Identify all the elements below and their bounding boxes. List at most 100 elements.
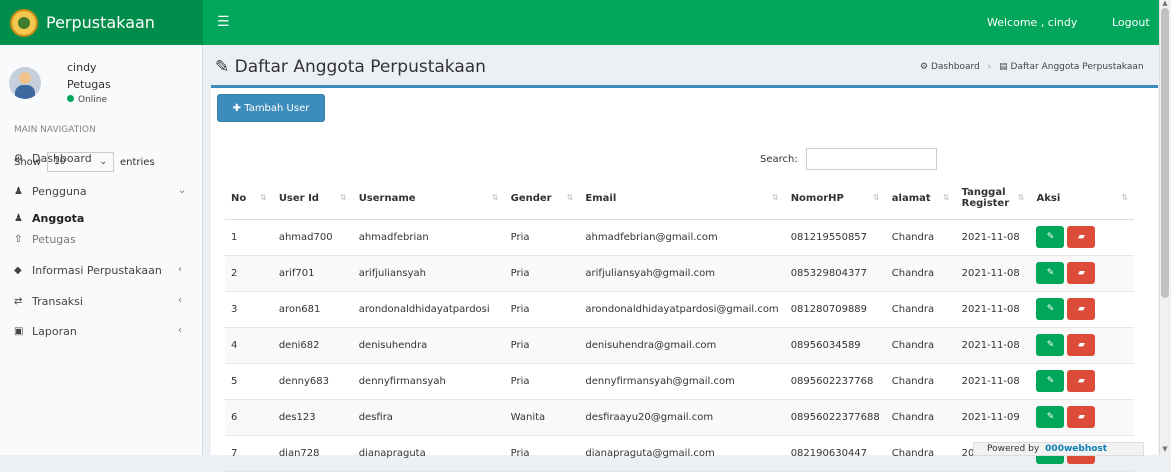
add-user-button[interactable]: ✚ Tambah User bbox=[217, 94, 325, 122]
table-row: 4 deni682 denisuhendra Pria denisuhendra… bbox=[225, 327, 1134, 364]
edit-icon: ✎ bbox=[1046, 412, 1055, 422]
scroll-down-icon[interactable]: ▼ bbox=[1161, 446, 1169, 453]
edit-button[interactable]: ✎ bbox=[1036, 226, 1065, 248]
cell-username: ahmadfebrian bbox=[352, 219, 505, 256]
column-header-gender[interactable]: Gender ⇅ bbox=[504, 178, 580, 220]
chevron-left-icon: ‹ bbox=[178, 325, 182, 336]
cell-gender: Pria bbox=[504, 327, 580, 364]
scroll-up-icon[interactable]: ▲ bbox=[1161, 0, 1169, 7]
app-logo[interactable]: Perpustakaan bbox=[0, 0, 203, 45]
column-header-email[interactable]: Email ⇅ bbox=[579, 178, 785, 220]
sort-icon: ⇅ bbox=[339, 193, 347, 202]
edit-button[interactable]: ✎ bbox=[1036, 262, 1065, 284]
table-row: 1 ahmad700 ahmadfebrian Pria ahmadfebria… bbox=[225, 219, 1134, 256]
edit-icon: ✎ bbox=[1046, 232, 1055, 242]
cell-user-id: des123 bbox=[272, 399, 353, 436]
table-row: 5 denny683 dennyfirmansyah Pria dennyfir… bbox=[225, 363, 1134, 400]
cell-user-id: deni682 bbox=[272, 327, 353, 364]
delete-button[interactable]: ▰ bbox=[1067, 262, 1096, 284]
column-header-nomorhp[interactable]: NomorHP ⇅ bbox=[784, 178, 886, 220]
cell-alamat: Chandra bbox=[885, 219, 956, 256]
sort-icon: ⇅ bbox=[1121, 193, 1128, 202]
cell-username: arondonaldhidayatpardosi bbox=[352, 291, 505, 328]
cell-tanggal-register: 2021-11-08 bbox=[955, 255, 1031, 292]
nav-pengguna[interactable]: ♟ Pengguna bbox=[14, 185, 87, 198]
sort-icon: ⇅ bbox=[771, 193, 779, 202]
column-header-user-id[interactable]: User Id ⇅ bbox=[272, 178, 353, 220]
column-header-no[interactable]: No ⇅ bbox=[225, 178, 273, 220]
entries-control: Show 10 ⌄ entries bbox=[14, 152, 155, 172]
file-icon: ▤ bbox=[999, 62, 1008, 72]
powered-by-badge[interactable]: Powered by 000webhost bbox=[973, 442, 1144, 456]
welcome-user[interactable]: Welcome , cindy bbox=[987, 16, 1077, 29]
trash-icon: ▰ bbox=[1078, 304, 1085, 314]
breadcrumb-current: Daftar Anggota Perpustakaan bbox=[1010, 62, 1144, 72]
cell-tanggal-register: 2021-11-08 bbox=[955, 291, 1031, 328]
edit-button[interactable]: ✎ bbox=[1036, 370, 1065, 392]
nav-anggota[interactable]: ♟ Anggota bbox=[14, 212, 84, 225]
delete-button[interactable]: ▰ bbox=[1067, 370, 1096, 392]
cell-email: desfiraayu20@gmail.com bbox=[579, 399, 785, 436]
cell-no: 7 bbox=[225, 435, 273, 472]
table-row: 6 des123 desfira Wanita desfiraayu20@gma… bbox=[225, 399, 1134, 436]
cell-user-id: arif701 bbox=[272, 255, 353, 292]
top-navbar: Perpustakaan ☰ Welcome , cindy Logout bbox=[0, 0, 1171, 45]
nav-laporan[interactable]: ▣ Laporan bbox=[14, 325, 77, 338]
menu-toggle-icon[interactable]: ☰ bbox=[217, 14, 230, 30]
delete-button[interactable]: ▰ bbox=[1067, 406, 1096, 428]
tag-icon: ◆ bbox=[14, 265, 22, 276]
online-dot-icon bbox=[67, 95, 74, 102]
trash-icon: ▰ bbox=[1078, 268, 1085, 278]
exchange-icon: ⇄ bbox=[14, 296, 23, 307]
cell-username: arifjuliansyah bbox=[352, 255, 505, 292]
delete-button[interactable]: ▰ bbox=[1067, 334, 1096, 356]
edit-icon: ✎ bbox=[1046, 340, 1055, 350]
logout-link[interactable]: Logout bbox=[1112, 16, 1150, 29]
members-table: No ⇅ User Id ⇅ Username ⇅ Gender ⇅ Email ⇅ No… bbox=[225, 178, 1134, 472]
user-status: Online bbox=[67, 95, 107, 105]
edit-icon: ✎ bbox=[215, 57, 230, 77]
scroll-thumb[interactable] bbox=[1161, 8, 1169, 298]
cell-user-id: aron681 bbox=[272, 291, 353, 328]
column-header-alamat[interactable]: alamat ⇅ bbox=[885, 178, 956, 220]
user-icon: ♟ bbox=[14, 213, 23, 224]
trash-icon: ▰ bbox=[1078, 376, 1085, 386]
table-row: 2 arif701 arifjuliansyah Pria arifjulian… bbox=[225, 255, 1134, 292]
cell-nomorhp: 085329804377 bbox=[784, 255, 886, 292]
user-avatar bbox=[9, 67, 41, 99]
nav-petugas[interactable]: ⇧ Petugas bbox=[14, 233, 76, 246]
cell-tanggal-register: 2021-11-08 bbox=[955, 219, 1031, 256]
edit-button[interactable]: ✎ bbox=[1036, 334, 1065, 356]
cell-tanggal-register: 2021-11-08 bbox=[955, 327, 1031, 364]
sidebar bbox=[0, 45, 203, 455]
trash-icon: ▰ bbox=[1078, 232, 1085, 242]
cell-email: arifjuliansyah@gmail.com bbox=[579, 255, 785, 292]
chevron-left-icon: ‹ bbox=[178, 264, 182, 275]
cell-actions: ✎▰ bbox=[1030, 327, 1134, 364]
cell-no: 6 bbox=[225, 399, 273, 436]
nav-informasi-perpustakaan[interactable]: ◆ Informasi Perpustakaan bbox=[14, 264, 162, 277]
column-header-username[interactable]: Username ⇅ bbox=[352, 178, 505, 220]
cell-email: denisuhendra@gmail.com bbox=[579, 327, 785, 364]
cell-username: desfira bbox=[352, 399, 505, 436]
breadcrumb-dashboard[interactable]: Dashboard bbox=[931, 62, 980, 72]
cell-no: 5 bbox=[225, 363, 273, 400]
cell-email: arondonaldhidayatpardosi@gmail.com bbox=[579, 291, 785, 328]
report-icon: ▣ bbox=[14, 326, 24, 337]
cell-gender: Pria bbox=[504, 291, 580, 328]
edit-button[interactable]: ✎ bbox=[1036, 406, 1065, 428]
column-header-aksi[interactable]: Aksi ⇅ bbox=[1030, 178, 1134, 220]
column-header-tanggal-register[interactable]: Tanggal Register ⇅ bbox=[955, 178, 1031, 220]
delete-button[interactable]: ▰ bbox=[1067, 226, 1096, 248]
delete-button[interactable]: ▰ bbox=[1067, 298, 1096, 320]
cell-nomorhp: 0895602237768 bbox=[784, 363, 886, 400]
edit-button[interactable]: ✎ bbox=[1036, 298, 1065, 320]
cell-alamat: Chandra bbox=[885, 363, 956, 400]
nav-transaksi[interactable]: ⇄ Transaksi bbox=[14, 295, 83, 308]
entries-select[interactable]: 10 ⌄ bbox=[46, 152, 114, 172]
cell-alamat: Chandra bbox=[885, 255, 956, 292]
cell-nomorhp: 08956022377688 bbox=[784, 399, 886, 436]
cell-gender: Wanita bbox=[504, 399, 580, 436]
search-input[interactable] bbox=[805, 148, 937, 170]
edit-icon: ✎ bbox=[1046, 304, 1055, 314]
